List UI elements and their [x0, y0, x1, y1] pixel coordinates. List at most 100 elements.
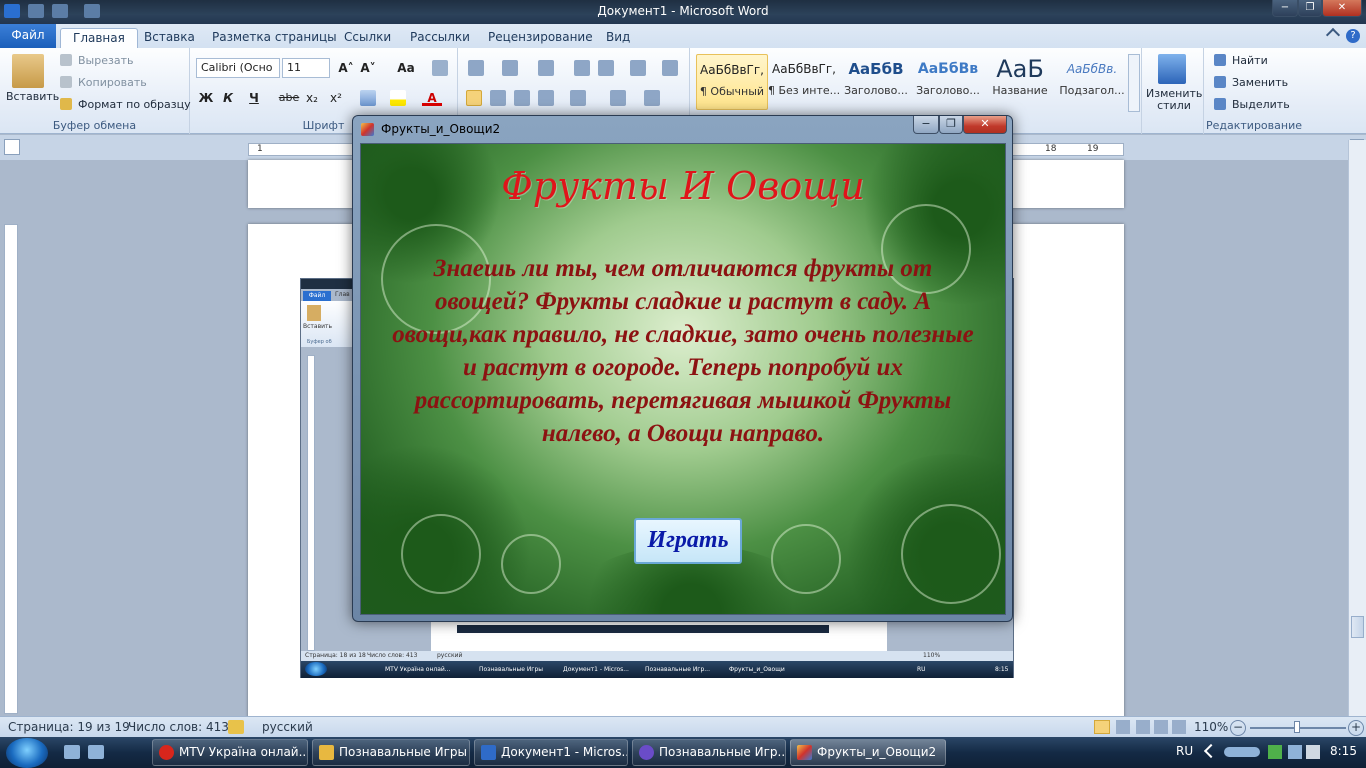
status-word-count[interactable]: Число слов: 413 [128, 720, 229, 734]
task-item-folder[interactable]: Познавальные Игры [312, 739, 470, 766]
status-page[interactable]: Страница: 19 из 19 [8, 720, 130, 734]
find-icon[interactable] [1214, 54, 1226, 66]
clock[interactable]: 8:15 [1330, 744, 1357, 758]
sort-icon[interactable] [630, 60, 646, 76]
change-styles-button[interactable]: Изменить стили [1146, 88, 1202, 112]
justify-icon[interactable] [538, 90, 554, 106]
play-button[interactable]: Играть [634, 518, 742, 564]
replace-button[interactable]: Заменить [1232, 76, 1288, 89]
network-icon[interactable] [1288, 745, 1302, 759]
clear-formatting-icon[interactable] [432, 60, 448, 76]
borders-icon[interactable] [644, 90, 660, 106]
print-layout-icon[interactable] [1094, 720, 1110, 734]
show-desktop-icon[interactable] [64, 745, 80, 759]
tab-home[interactable]: Главная [60, 28, 138, 48]
strikethrough-button[interactable]: abe [276, 88, 302, 108]
tab-references[interactable]: Ссылки [332, 28, 403, 48]
align-right-icon[interactable] [514, 90, 530, 106]
subscript-button[interactable]: x₂ [302, 88, 322, 108]
restore-button[interactable]: ❐ [1298, 0, 1322, 17]
tab-review[interactable]: Рецензирование [476, 28, 605, 48]
align-center-icon[interactable] [490, 90, 506, 106]
status-language[interactable]: русский [262, 720, 313, 734]
format-painter-icon[interactable] [60, 98, 72, 110]
numbering-icon[interactable] [502, 60, 518, 76]
scroll-thumb[interactable] [1351, 616, 1364, 638]
shading-icon[interactable] [610, 90, 626, 106]
style-subtitle[interactable]: АаБбВв. Подзагол... [1056, 54, 1128, 110]
copy-icon[interactable] [60, 76, 72, 88]
language-indicator[interactable]: RU [1176, 744, 1193, 758]
close-button[interactable]: ✕ [1322, 0, 1362, 17]
tab-page-layout[interactable]: Разметка страницы [200, 28, 349, 48]
find-button[interactable]: Найти [1232, 54, 1268, 67]
popup-close-button[interactable]: ✕ [963, 116, 1007, 134]
bullets-icon[interactable] [468, 60, 484, 76]
paste-button[interactable]: Вставить [6, 90, 59, 103]
line-spacing-icon[interactable] [570, 90, 586, 106]
select-button[interactable]: Выделить [1232, 98, 1290, 111]
full-screen-reading-icon[interactable] [1116, 720, 1130, 734]
task-item-games[interactable]: Познавальные Игр... [632, 739, 786, 766]
select-icon[interactable] [1214, 98, 1226, 110]
text-effects-icon[interactable] [360, 90, 376, 106]
tray-app-icon[interactable] [1224, 747, 1260, 757]
popup-minimize-button[interactable]: − [913, 116, 939, 134]
task-item-fruits[interactable]: Фрукты_и_Овощи2 [790, 739, 946, 766]
italic-button[interactable]: К [218, 88, 238, 108]
style-heading-1[interactable]: АаБбВ Заголово... [840, 54, 912, 110]
paste-icon[interactable] [12, 54, 44, 88]
start-button[interactable] [6, 738, 48, 768]
font-name-select[interactable]: Calibri (Осно [196, 58, 280, 78]
volume-icon[interactable] [1306, 745, 1320, 759]
minimize-button[interactable]: − [1272, 0, 1298, 17]
shrink-font-button[interactable]: A˅ [358, 58, 378, 78]
styles-scroll[interactable] [1128, 54, 1140, 112]
multilevel-list-icon[interactable] [538, 60, 554, 76]
tab-selector[interactable] [4, 139, 20, 155]
draft-icon[interactable] [1172, 720, 1186, 734]
cut-button[interactable]: Вырезать [78, 54, 133, 67]
cut-icon[interactable] [60, 54, 72, 66]
tab-insert[interactable]: Вставка [132, 28, 207, 48]
tab-file[interactable]: Файл [0, 24, 56, 48]
ribbon-collapse-icon[interactable] [1325, 27, 1341, 43]
tab-view[interactable]: Вид [594, 28, 642, 48]
change-case-button[interactable]: Aa [392, 58, 420, 78]
zoom-in-icon[interactable]: + [1348, 720, 1364, 736]
style-title[interactable]: АаБ Название [984, 54, 1056, 110]
battery-icon[interactable] [1268, 745, 1282, 759]
replace-icon[interactable] [1214, 76, 1226, 88]
help-icon[interactable]: ? [1346, 29, 1360, 43]
copy-button[interactable]: Копировать [78, 76, 147, 89]
popup-maximize-button[interactable]: ❐ [939, 116, 963, 134]
vertical-scrollbar[interactable] [1348, 140, 1366, 716]
format-painter-button[interactable]: Формат по образцу [78, 98, 191, 111]
switch-windows-icon[interactable] [88, 745, 104, 759]
zoom-level[interactable]: 110% [1194, 720, 1228, 734]
superscript-button[interactable]: x² [326, 88, 346, 108]
web-layout-icon[interactable] [1136, 720, 1150, 734]
style-normal[interactable]: АаБбВвГг, ¶ Обычный [696, 54, 768, 110]
font-color-button[interactable]: A [422, 88, 442, 106]
tab-mailings[interactable]: Рассылки [398, 28, 482, 48]
proofing-icon[interactable] [228, 720, 244, 734]
bold-button[interactable]: Ж [196, 88, 216, 108]
change-styles-icon[interactable] [1158, 54, 1186, 84]
align-left-icon[interactable] [466, 90, 482, 106]
highlight-icon[interactable] [390, 90, 406, 106]
increase-indent-icon[interactable] [598, 60, 614, 76]
style-heading-2[interactable]: АаБбВв Заголово... [912, 54, 984, 110]
grow-font-button[interactable]: A˄ [336, 58, 356, 78]
vertical-ruler[interactable] [4, 224, 18, 714]
zoom-slider-thumb[interactable] [1294, 721, 1300, 733]
task-item-word[interactable]: Документ1 - Micros... [474, 739, 628, 766]
task-item-mtv[interactable]: MTV Україна онлай... [152, 739, 308, 766]
tray-expand-icon[interactable] [1203, 743, 1219, 759]
underline-button[interactable]: Ч [244, 88, 264, 108]
decrease-indent-icon[interactable] [574, 60, 590, 76]
show-marks-icon[interactable] [662, 60, 678, 76]
style-no-spacing[interactable]: АаБбВвГг, ¶ Без инте... [768, 54, 840, 110]
fruits-vegetables-window[interactable]: Фрукты_и_Овощи2 − ❐ ✕ Фрукты И Овощи Зна… [352, 115, 1013, 622]
zoom-out-icon[interactable]: − [1230, 720, 1246, 736]
